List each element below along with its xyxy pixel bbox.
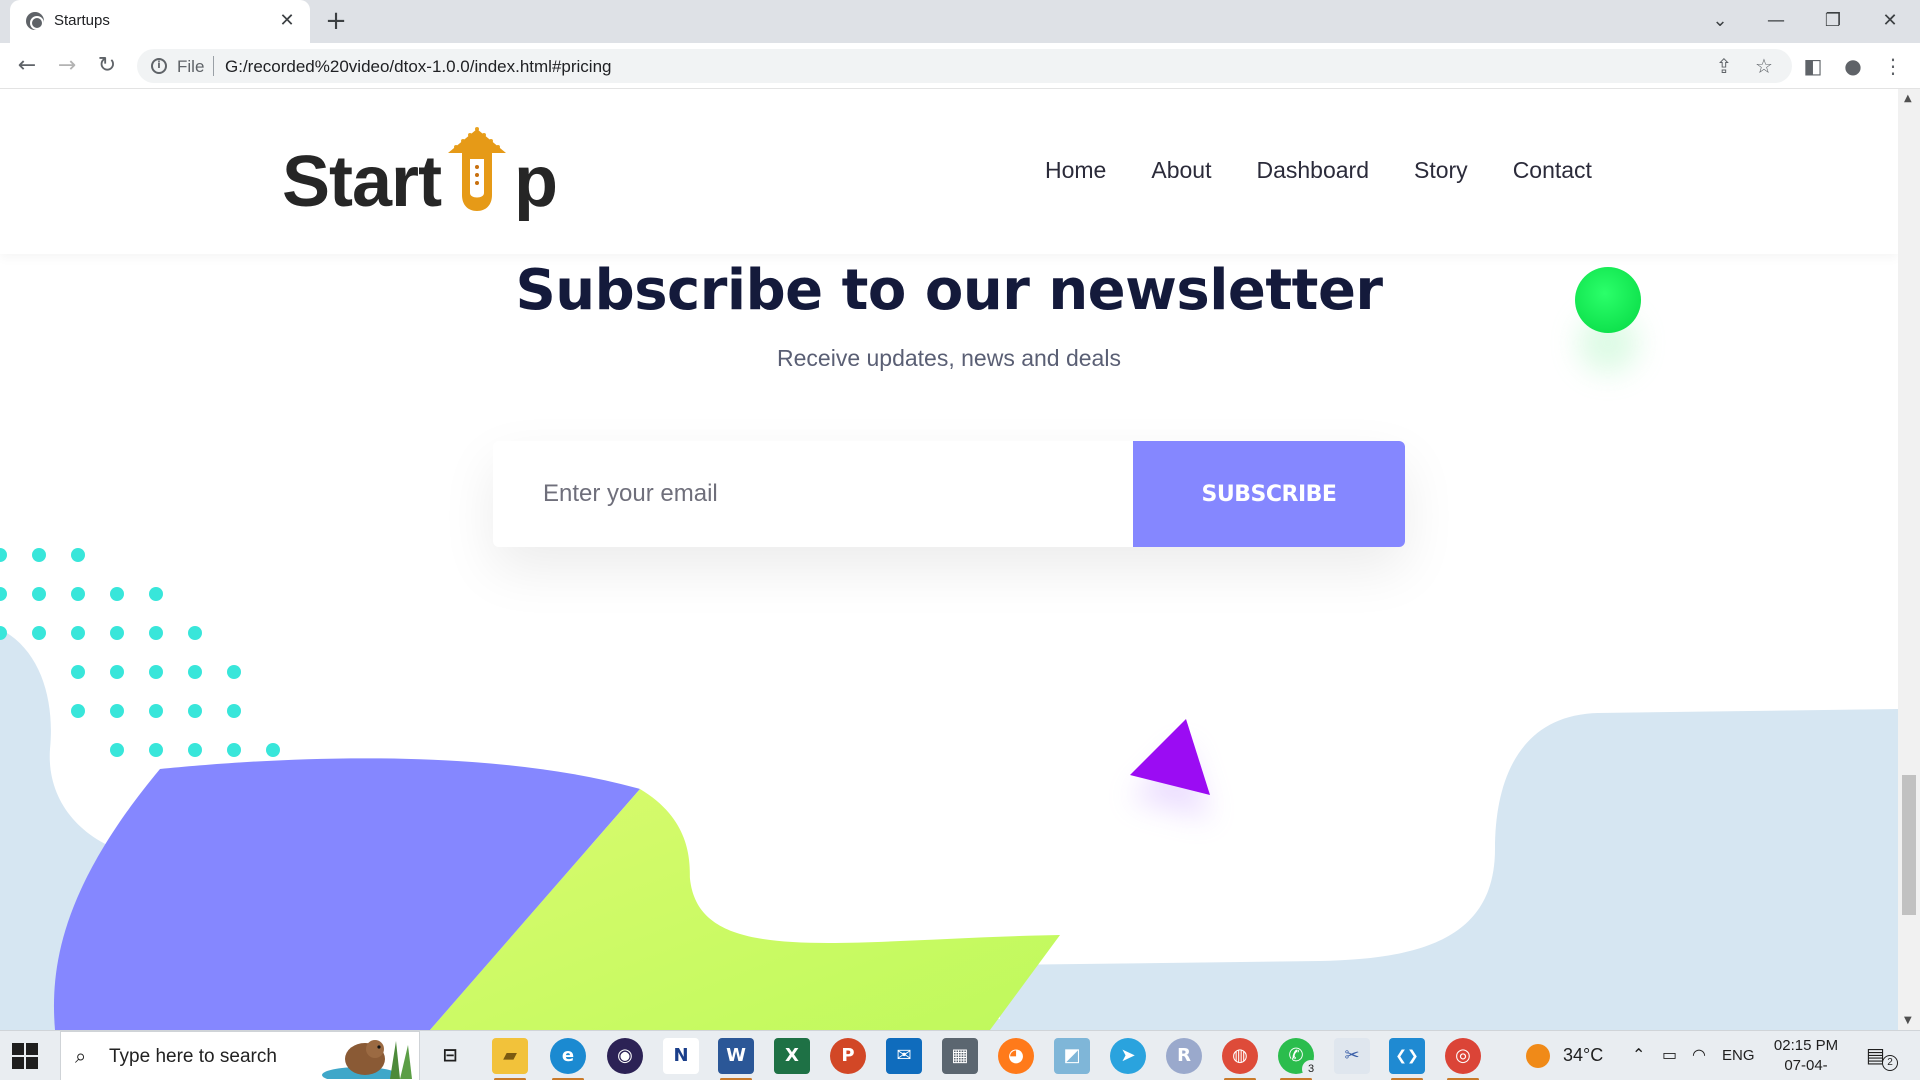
tab-search-dropdown-icon[interactable]: ⌄ (1700, 6, 1740, 36)
site-info-icon[interactable]: i (151, 58, 167, 74)
page-scrollbar[interactable]: ▲ ▼ (1898, 89, 1920, 1030)
share-icon[interactable]: ⇪ (1711, 53, 1737, 79)
subscribe-form: SUBSCRIBE (493, 441, 1405, 547)
tray-chevron-up-icon[interactable]: ⌃ (1632, 1045, 1645, 1064)
whatsapp-glyph: ✆ (1288, 1045, 1304, 1066)
excel-icon[interactable]: X (774, 1038, 810, 1074)
nav-about[interactable]: About (1151, 157, 1211, 184)
app-blue-icon[interactable]: ◩ (1054, 1038, 1090, 1074)
logo-text-p: p (514, 142, 558, 222)
word-icon[interactable]: W (718, 1038, 754, 1080)
scroll-thumb[interactable] (1902, 775, 1916, 915)
newsletter-subtitle: Receive updates, news and deals (777, 345, 1121, 371)
nav-dashboard[interactable]: Dashboard (1256, 157, 1369, 184)
whatsapp-badge: 3 (1302, 1060, 1320, 1078)
wifi-icon[interactable]: ◠ (1692, 1045, 1706, 1064)
taskbar-search[interactable]: ⌕ Type here to search (60, 1031, 420, 1080)
windows-start-icon[interactable] (12, 1043, 38, 1069)
profile-avatar-icon[interactable]: ● (1840, 53, 1866, 79)
browser-tab-bar: Startups ✕ + ⌄ — ❐ ✕ (0, 0, 1920, 43)
task-view-icon[interactable]: ⊟ (432, 1038, 468, 1074)
restore-button[interactable]: ❐ (1813, 6, 1853, 36)
purple-triangle (1130, 719, 1210, 795)
bookmark-star-icon[interactable]: ☆ (1751, 53, 1777, 79)
address-bar[interactable]: i File G:/recorded%20video/dtox-1.0.0/in… (137, 49, 1792, 83)
vscode-icon[interactable]: ❮❯ (1389, 1038, 1425, 1080)
url-text[interactable]: G:/recorded%20video/dtox-1.0.0/index.htm… (225, 57, 612, 77)
globe-icon (26, 12, 44, 30)
email-field[interactable] (493, 441, 1133, 547)
file-explorer-icon[interactable]: ▰ (492, 1038, 528, 1080)
search-highlight-illustration (322, 1040, 412, 1079)
r-app-icon[interactable]: R (1166, 1038, 1202, 1074)
snip-icon[interactable]: ✂ (1334, 1038, 1370, 1074)
clock-date: 07-04-2023 (1784, 1057, 1828, 1080)
nav-story[interactable]: Story (1414, 157, 1468, 184)
scroll-down-arrow-icon[interactable]: ▼ (1904, 1015, 1914, 1026)
menu-kebab-icon[interactable]: ⋮ (1880, 53, 1906, 79)
weather-sun-icon[interactable] (1526, 1044, 1550, 1068)
browser-toolbar: ← → ↻ i File G:/recorded%20video/dtox-1.… (0, 43, 1920, 89)
forward-button[interactable]: → (52, 51, 82, 81)
minimize-button[interactable]: — (1756, 6, 1796, 36)
subscribe-button[interactable]: SUBSCRIBE (1133, 441, 1405, 547)
notification-count: 2 (1882, 1055, 1898, 1071)
tab-title: Startups (54, 12, 110, 29)
tab-close-icon[interactable]: ✕ (276, 10, 298, 32)
pale-blue-wave-right (1000, 709, 1898, 1030)
notification-center-icon[interactable]: ▤ 2 (1866, 1043, 1898, 1071)
powerpoint-icon[interactable]: P (830, 1038, 866, 1074)
nav-home[interactable]: Home (1045, 157, 1106, 184)
eclipse-icon[interactable]: ◉ (607, 1038, 643, 1074)
main-nav: Home About Dashboard Story Contact (1045, 157, 1637, 184)
url-scheme-label: File (177, 57, 205, 76)
weather-temperature[interactable]: 34°C (1563, 1045, 1603, 1066)
chrome-profile-icon[interactable]: ◍ (1222, 1038, 1258, 1080)
windows-taskbar: ⌕ Type here to search ⊟ ▰ e ◉ N W X P ✉ … (0, 1030, 1920, 1080)
app-n-icon[interactable]: N (663, 1038, 699, 1074)
whatsapp-icon[interactable]: ✆ 3 (1278, 1038, 1320, 1080)
page-viewport: Start p Home About Dashboard Story Conta… (0, 89, 1898, 1030)
close-window-button[interactable]: ✕ (1870, 6, 1910, 36)
browser-tab-startups[interactable]: Startups ✕ (10, 0, 310, 43)
chrome-icon[interactable]: ◎ (1445, 1038, 1481, 1080)
scroll-up-arrow-icon[interactable]: ▲ (1904, 93, 1914, 104)
new-tab-button[interactable]: + (322, 8, 350, 36)
calculator-icon[interactable]: ▦ (942, 1038, 978, 1074)
nav-contact[interactable]: Contact (1513, 157, 1592, 184)
firefox-icon[interactable]: ◕ (998, 1038, 1034, 1074)
mail-icon[interactable]: ✉ (886, 1038, 922, 1074)
site-header: Start p Home About Dashboard Story Conta… (0, 89, 1898, 254)
reload-button[interactable]: ↻ (92, 51, 122, 81)
taskbar-search-placeholder: Type here to search (109, 1046, 277, 1067)
startup-logo[interactable]: Start p (282, 111, 558, 226)
clock-time: 02:15 PM (1773, 1037, 1839, 1054)
side-panel-icon[interactable]: ◧ (1800, 53, 1826, 79)
url-separator (213, 56, 214, 76)
telegram-icon[interactable]: ➤ (1110, 1038, 1146, 1074)
logo-text-start: Start (282, 142, 442, 222)
search-icon: ⌕ (75, 1044, 87, 1068)
language-indicator[interactable]: ENG (1722, 1047, 1755, 1064)
newsletter-title: Subscribe to our newsletter (515, 258, 1383, 323)
logo-up-arrow-icon (448, 127, 506, 211)
battery-icon[interactable]: ▭ (1662, 1045, 1677, 1064)
clock[interactable]: 02:15 PM 07-04-2023 (1770, 1036, 1842, 1080)
back-button[interactable]: ← (12, 51, 42, 81)
edge-icon[interactable]: e (550, 1038, 586, 1080)
